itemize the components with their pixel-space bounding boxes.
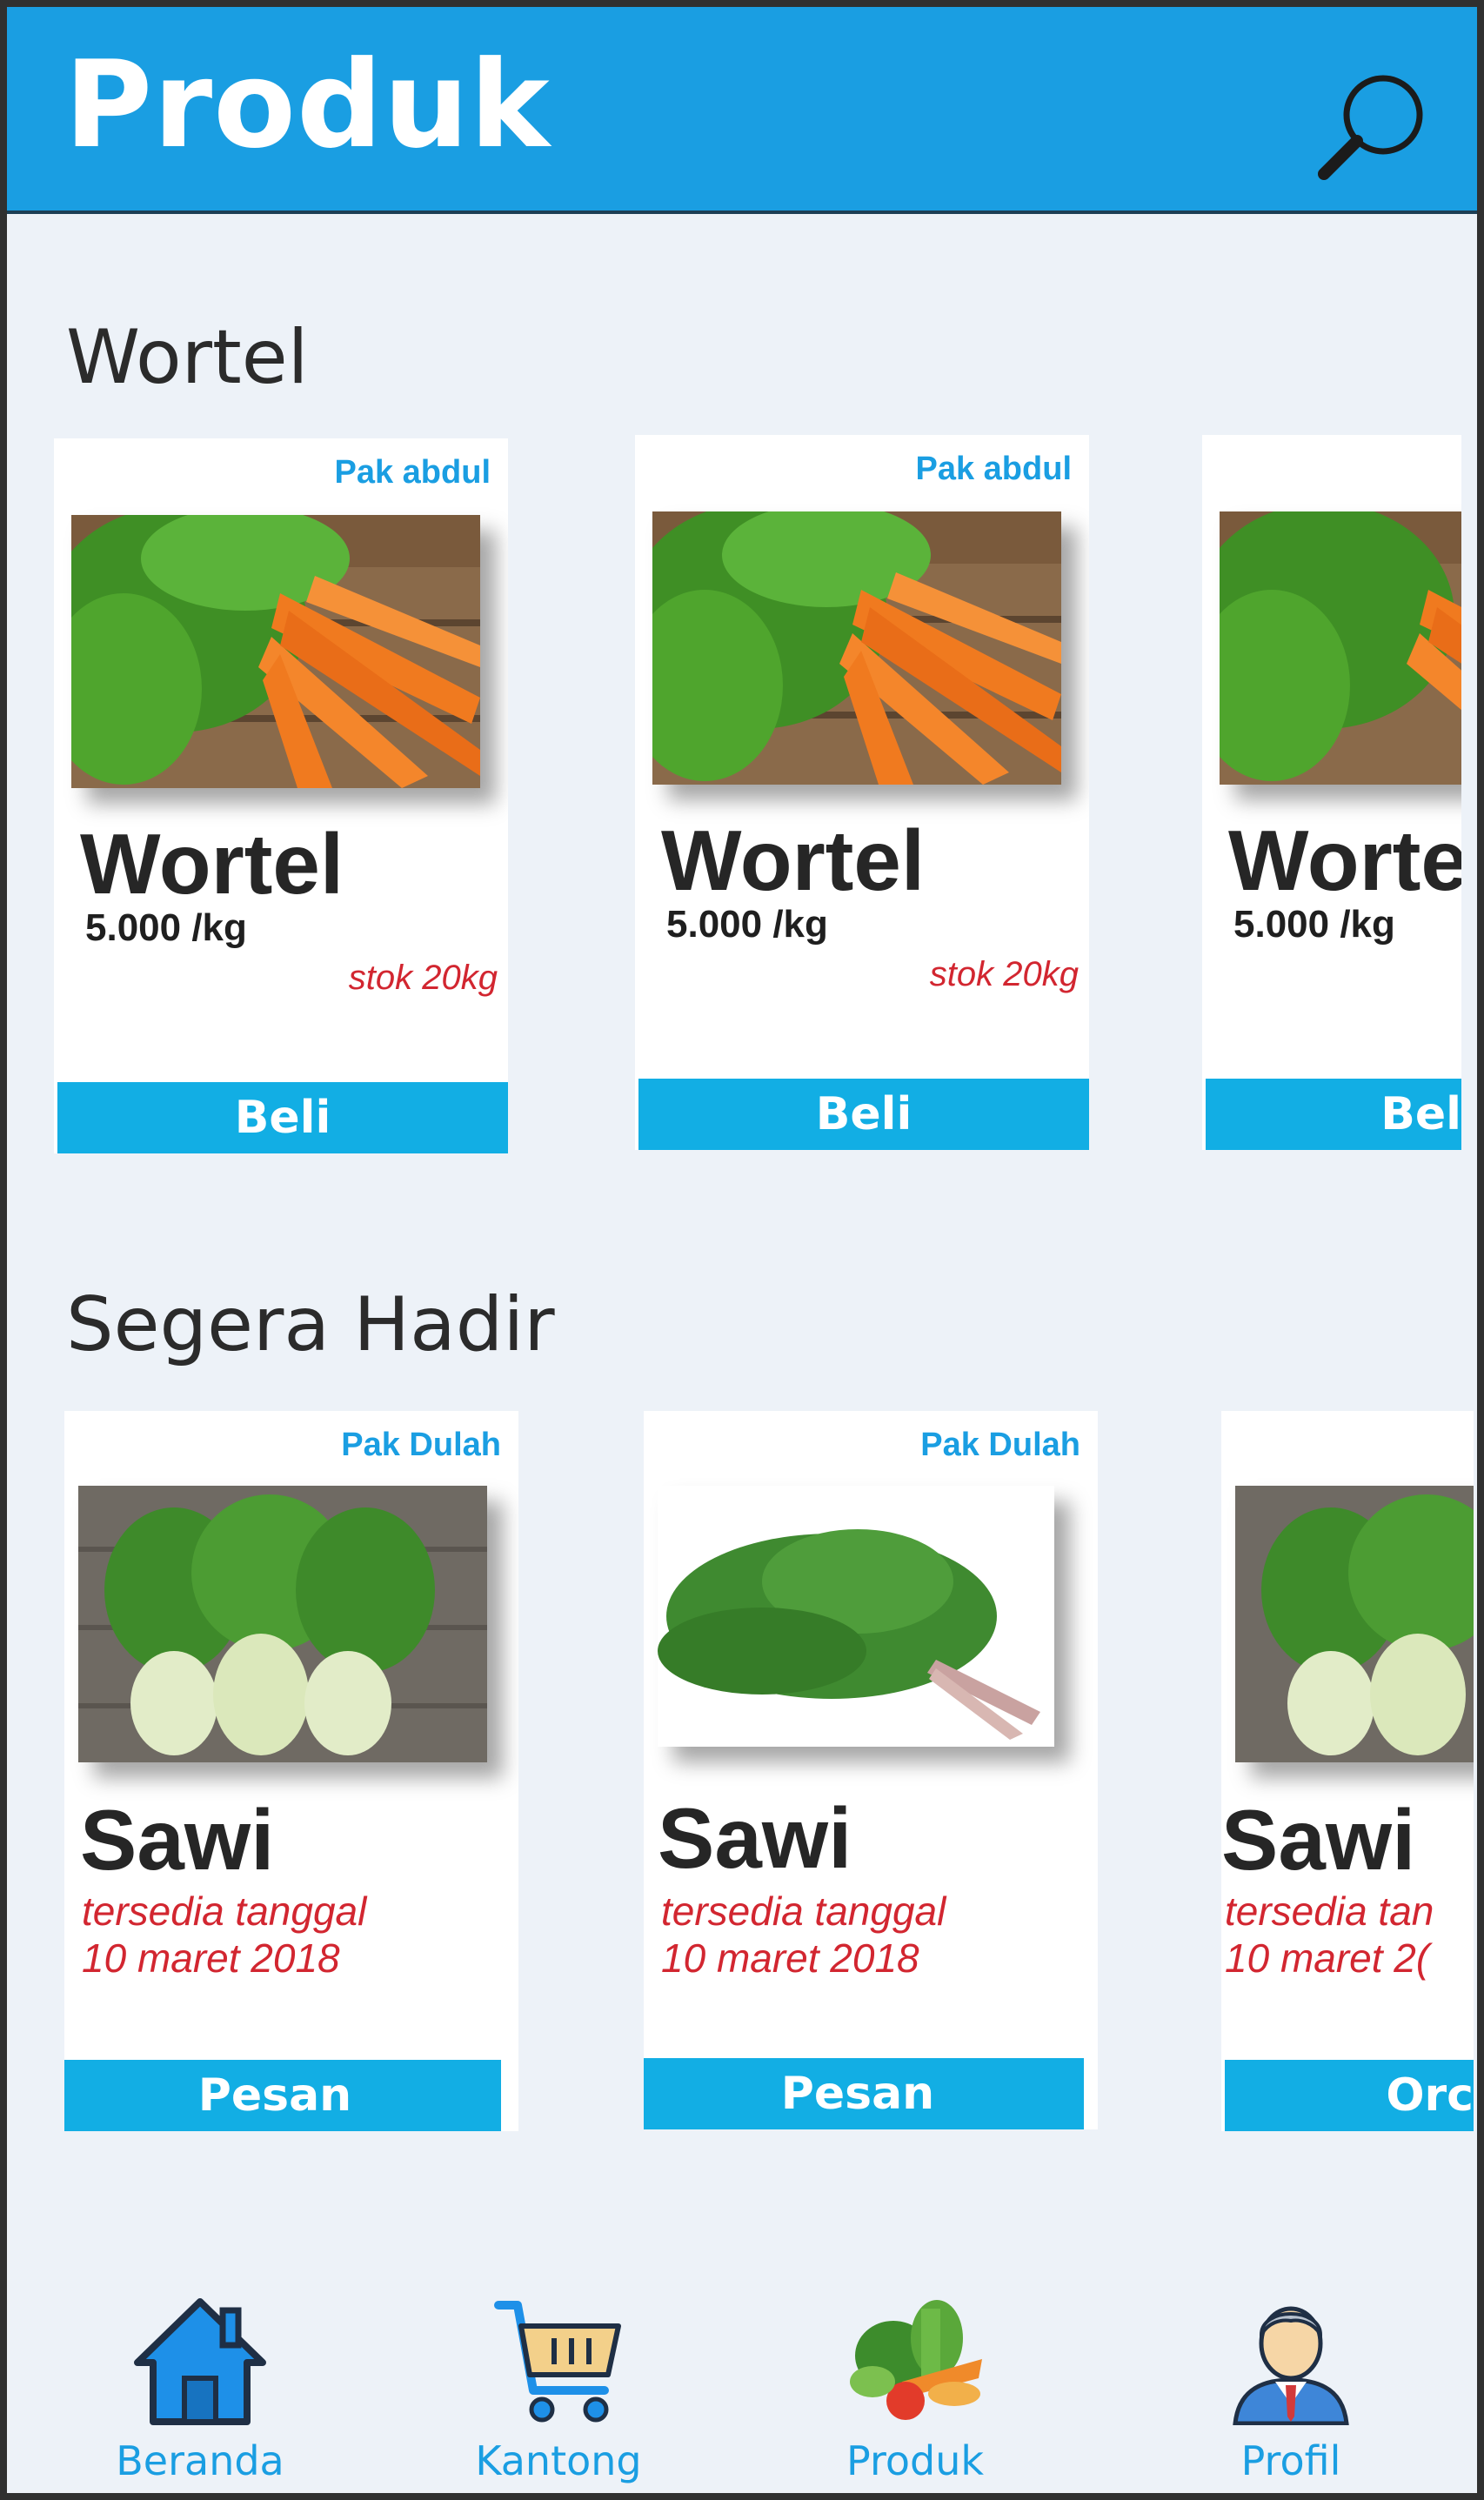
buy-button[interactable]: Beli <box>57 1082 508 1153</box>
user-icon <box>1233 2306 1349 2425</box>
availability-value: 10 maret 2018 <box>661 1935 919 1981</box>
product-name: Wortel <box>661 812 926 908</box>
availability-label: tersedia tanggal <box>661 1888 946 1934</box>
nav-item-produk[interactable]: Produk <box>793 2295 1037 2493</box>
spinach-image <box>658 1486 1054 1747</box>
product-card: Worte 5.000 /kg Bel <box>1202 435 1461 1150</box>
order-button[interactable]: Pesan <box>644 2058 1084 2129</box>
cart-icon <box>494 2301 621 2423</box>
nav-item-kantong[interactable]: Kantong <box>437 2295 680 2493</box>
product-name: Sawi <box>658 1790 852 1886</box>
bok-choy-image <box>78 1486 487 1762</box>
seller-name: Pak abdul <box>915 451 1073 487</box>
buy-button[interactable]: Beli <box>638 1079 1089 1150</box>
availability-date: tersedia tanggal 10 maret 2018 <box>661 1888 946 1982</box>
nav-label: Profil <box>1240 2437 1341 2484</box>
nav-label: Kantong <box>475 2437 642 2484</box>
carrot-image <box>71 515 480 788</box>
seller-name: Pak Dulah <box>920 1427 1080 1463</box>
order-button[interactable]: Orc <box>1225 2060 1474 2131</box>
availability-value: 10 maret 2018 <box>82 1935 340 1981</box>
nav-item-beranda[interactable]: Beranda <box>78 2295 322 2493</box>
seller-name: Pak abdul <box>334 454 491 491</box>
nav-item-profil[interactable]: Profil <box>1169 2295 1413 2493</box>
nav-label: Beranda <box>116 2437 284 2484</box>
product-stock: stok 20kg <box>929 955 1079 993</box>
bok-choy-image <box>1235 1486 1474 1762</box>
product-price: 5.000 /kg <box>666 903 828 946</box>
product-card: Sawi tersedia tan 10 maret 2( Orc <box>1221 1411 1474 2131</box>
home-icon <box>134 2298 266 2425</box>
section-title-coming-soon: Segera Hadir <box>66 1281 555 1368</box>
product-name: Sawi <box>1221 1792 1416 1888</box>
product-card: Pak abdul Wortel 5.000 /kg stok 20kg Bel… <box>635 435 1089 1150</box>
product-price: 5.000 /kg <box>85 906 247 949</box>
product-card: Pak abdul Wortel 5.000 /kg stok 20kg Bel… <box>54 438 508 1153</box>
availability-value: 10 maret 2( <box>1225 1935 1430 1981</box>
product-name: Wortel <box>80 816 344 912</box>
order-button[interactable]: Pesan <box>64 2060 501 2131</box>
product-name: Sawi <box>80 1792 275 1888</box>
product-card: Pak Dulah Sawi tersedia tanggal 10 maret… <box>64 1411 518 2131</box>
product-stock: stok 20kg <box>348 959 498 997</box>
availability-label: tersedia tanggal <box>82 1888 367 1934</box>
availability-date: tersedia tan 10 maret 2( <box>1225 1888 1434 1982</box>
buy-button[interactable]: Bel <box>1206 1079 1461 1150</box>
product-price: 5.000 /kg <box>1233 903 1395 946</box>
availability-date: tersedia tanggal 10 maret 2018 <box>82 1888 366 1982</box>
vegetables-icon <box>850 2300 982 2420</box>
page-title: Produk <box>64 35 551 175</box>
product-card: Pak Dulah Sawi tersedia tanggal 10 maret… <box>644 1411 1098 2129</box>
search-icon[interactable] <box>1315 70 1428 183</box>
app-screen: Produk Wortel Pak abdul Wortel 5.000 /kg… <box>0 0 1484 2500</box>
availability-label: tersedia tan <box>1225 1888 1434 1934</box>
app-header: Produk <box>7 7 1477 214</box>
product-name: Worte <box>1228 812 1461 908</box>
seller-name: Pak Dulah <box>341 1427 501 1463</box>
section-title-wortel: Wortel <box>66 314 309 401</box>
carrot-image <box>1220 511 1461 785</box>
carrot-image <box>652 511 1061 785</box>
nav-label: Produk <box>846 2437 984 2484</box>
